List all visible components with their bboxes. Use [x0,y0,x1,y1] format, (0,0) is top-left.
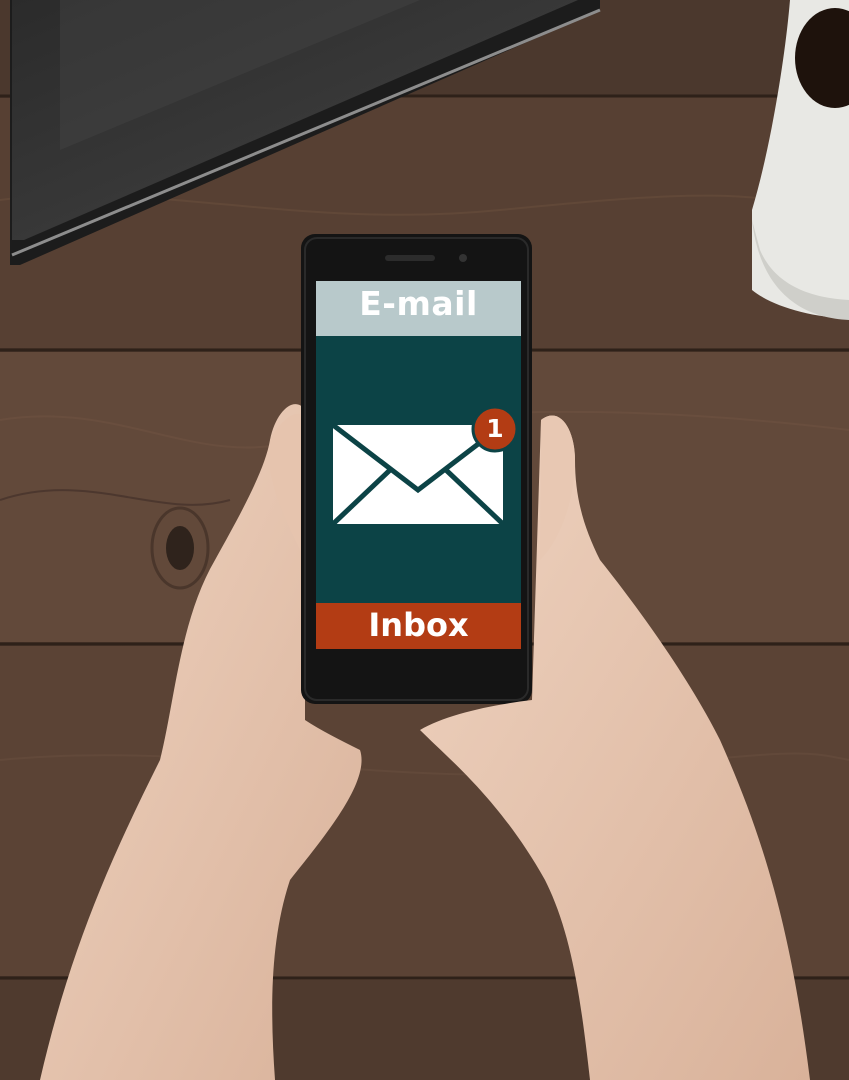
inbox-label: Inbox [368,606,469,644]
photo-scene: E-mail 1 Inbox [0,0,849,1080]
email-header-label: E-mail [359,284,478,323]
scene-illustration [0,0,849,1080]
notification-count-label: 1 [486,414,504,443]
